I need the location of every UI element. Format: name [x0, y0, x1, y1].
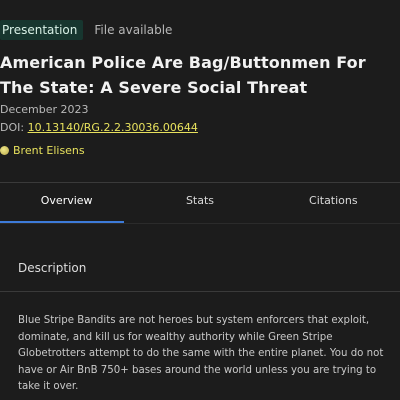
description-divider [0, 291, 400, 292]
tab-overview[interactable]: Overview [0, 183, 133, 223]
author-row[interactable]: Brent Elisens [0, 144, 85, 157]
doi-link[interactable]: 10.13140/RG.2.2.30036.00644 [28, 121, 198, 134]
tab-bar: Overview Stats Citations [0, 183, 400, 223]
publication-type-badge: Presentation [0, 20, 84, 40]
badge-row: Presentation File available [0, 20, 172, 40]
author-avatar-icon [0, 146, 9, 155]
tab-citations[interactable]: Citations [267, 183, 400, 223]
description-heading: Description [18, 261, 87, 275]
publication-date: December 2023 [0, 103, 89, 116]
description-text: Blue Stripe Bandits are not heroes but s… [18, 315, 384, 392]
publication-title: American Police Are Bag/Buttonmen For Th… [0, 53, 366, 97]
tabs-divider [0, 223, 400, 224]
publication-header: Presentation File available American Pol… [0, 0, 400, 182]
author-name-link[interactable]: Brent Elisens [13, 144, 85, 157]
tab-stats[interactable]: Stats [133, 183, 266, 223]
doi-label: DOI: [0, 121, 25, 134]
file-available-label: File available [94, 23, 173, 37]
doi-line: DOI: 10.13140/RG.2.2.30036.00644 [0, 121, 198, 134]
